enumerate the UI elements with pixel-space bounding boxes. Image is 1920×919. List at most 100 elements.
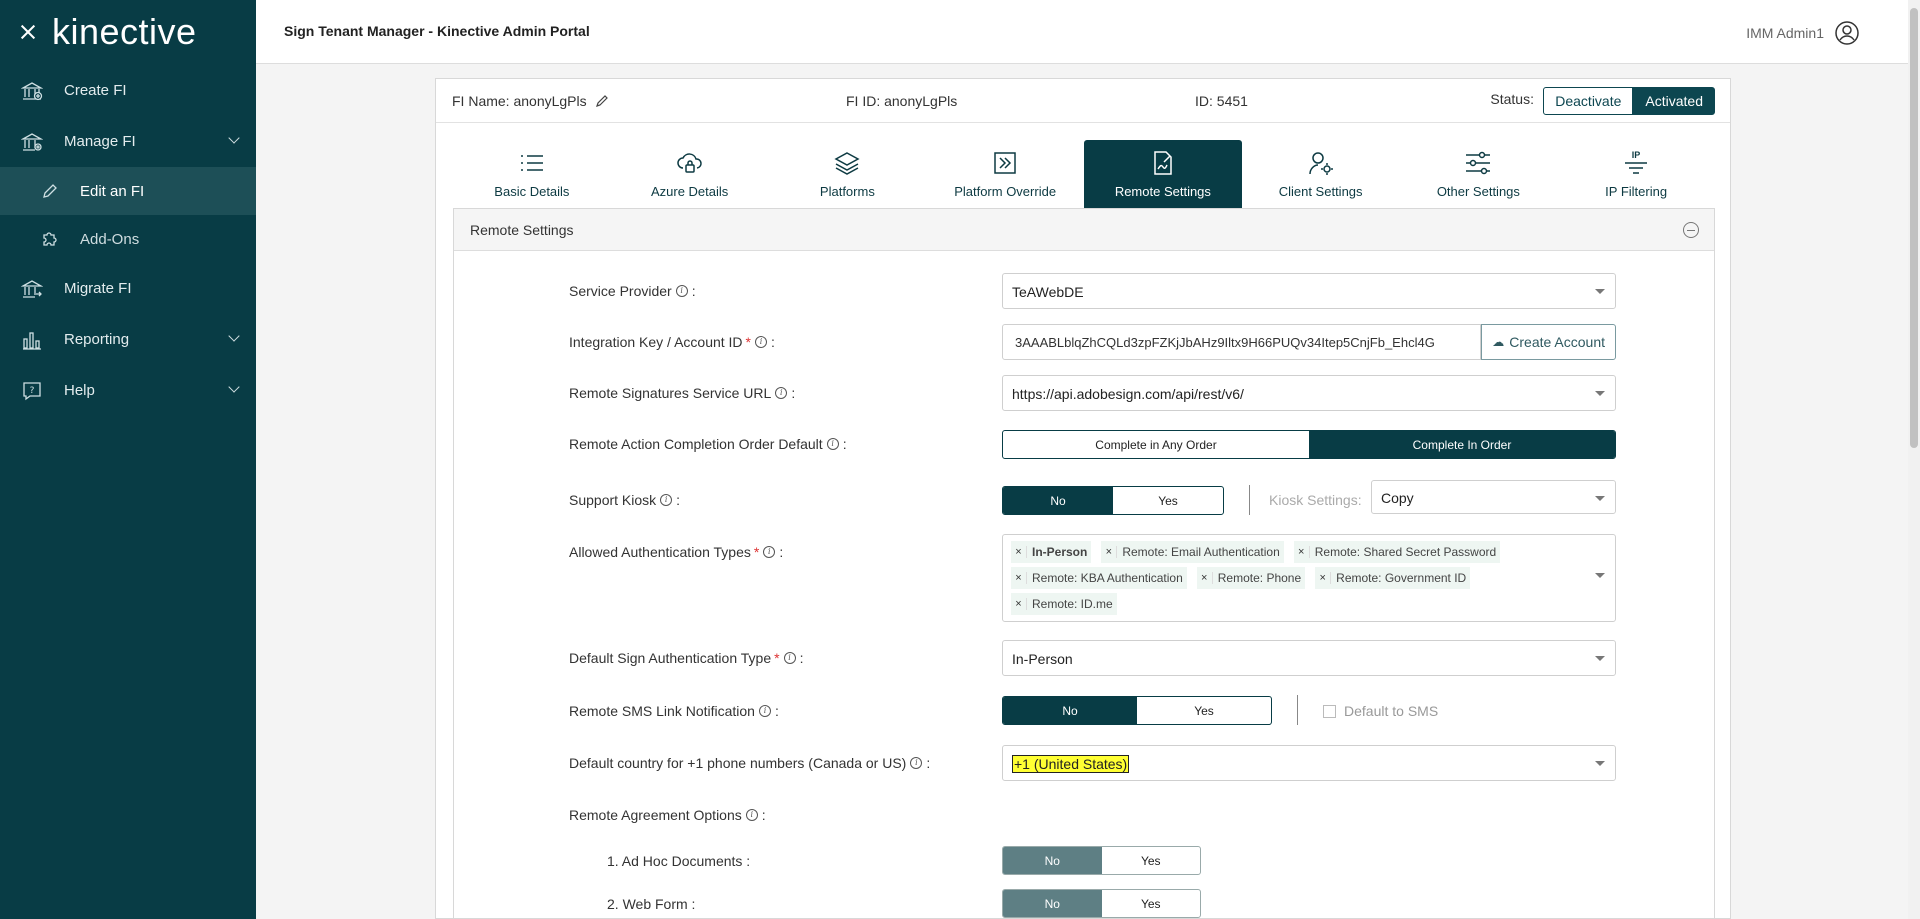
select-value: TeAWebDE	[1012, 284, 1084, 300]
label-text: Integration Key / Account ID	[569, 334, 743, 350]
tab-platform-override[interactable]: Platform Override	[926, 140, 1084, 208]
service-url-label: Remote Signatures Service URL i:	[569, 385, 796, 401]
tab-other-settings[interactable]: Other Settings	[1400, 140, 1558, 208]
tab-platforms[interactable]: Platforms	[769, 140, 927, 208]
ad-hoc-yes-option[interactable]: Yes	[1102, 847, 1201, 874]
integration-key-control: 3AAABLblqZhCQLd3zpFZKjJbAHz9Iltx9H66PUQv…	[1002, 324, 1616, 360]
sidebar-item-label: Create FI	[64, 82, 127, 99]
label-text: Default Sign Authentication Type	[569, 650, 772, 666]
select-value: In-Person	[1012, 651, 1073, 667]
default-auth-select[interactable]: In-Person	[1002, 640, 1616, 676]
sidebar-item-create-fi[interactable]: Create FI	[0, 65, 256, 116]
info-icon[interactable]: i	[763, 546, 776, 558]
kiosk-settings-select[interactable]: Copy	[1371, 480, 1616, 514]
checkbox-label: Default to SMS	[1344, 703, 1439, 719]
sidebar-item-edit-fi[interactable]: Edit an FI	[0, 167, 256, 215]
tag-label: Remote: ID.me	[1032, 597, 1113, 611]
tab-azure-details[interactable]: Azure Details	[611, 140, 769, 208]
chevron-down-icon	[228, 330, 240, 342]
default-country-label: Default country for +1 phone numbers (Ca…	[569, 755, 931, 771]
kiosk-yes-option[interactable]: Yes	[1113, 487, 1223, 514]
sidebar-item-label: Migrate FI	[64, 280, 132, 297]
user-gear-icon	[1307, 149, 1335, 177]
tab-ip-filtering[interactable]: IP IP Filtering	[1557, 140, 1715, 208]
service-url-select[interactable]: https://api.adobesign.com/api/rest/v6/	[1002, 375, 1616, 411]
label-text: Support Kiosk	[569, 492, 657, 508]
collapse-icon[interactable]	[1683, 222, 1699, 238]
scrollbar-thumb[interactable]	[1910, 8, 1918, 448]
auth-types-multiselect[interactable]: × In-Person × Remote: Email Authentication…	[1002, 534, 1616, 622]
info-icon[interactable]: i	[910, 757, 923, 769]
complete-any-order-option[interactable]: Complete in Any Order	[1003, 431, 1309, 458]
remove-tag-icon[interactable]: ×	[1294, 546, 1310, 558]
ad-hoc-no-option[interactable]: No	[1003, 847, 1102, 874]
sidebar-item-label: Manage FI	[64, 133, 136, 150]
layers-icon	[833, 149, 861, 177]
info-icon[interactable]: i	[775, 387, 788, 399]
tab-remote-settings[interactable]: Remote Settings	[1084, 140, 1242, 208]
info-icon[interactable]: i	[758, 705, 771, 717]
agreement-options-label: Remote Agreement Options i:	[569, 807, 766, 823]
sidebar-item-manage-fi[interactable]: Manage FI	[0, 116, 256, 167]
activated-button[interactable]: Activated	[1633, 87, 1715, 115]
sidebar-item-add-ons[interactable]: Add-Ons	[0, 215, 256, 263]
label-text: Default country for +1 phone numbers (Ca…	[569, 755, 907, 771]
sidebar-item-migrate-fi[interactable]: Migrate FI	[0, 263, 256, 314]
info-icon[interactable]: i	[675, 285, 688, 297]
remove-tag-icon[interactable]: ×	[1011, 546, 1027, 558]
fi-card: FI Name: anonyLgPls FI ID: anonyLgPls ID…	[435, 78, 1731, 919]
sidebar-header: kinective	[0, 0, 256, 64]
remove-tag-icon[interactable]: ×	[1011, 572, 1027, 584]
edit-pencil-icon[interactable]	[595, 94, 609, 111]
svg-text:?: ?	[30, 386, 35, 396]
complete-in-order-option[interactable]: Complete In Order	[1309, 431, 1615, 458]
sidebar-item-label: Edit an FI	[80, 182, 145, 200]
page-scrollbar[interactable]	[1908, 0, 1920, 919]
cloud-lock-icon	[676, 149, 704, 177]
sidebar-item-label: Help	[64, 382, 95, 399]
web-form-no-option[interactable]: No	[1003, 890, 1102, 917]
remove-tag-icon[interactable]: ×	[1197, 572, 1213, 584]
create-account-button[interactable]: ☁ Create Account	[1481, 324, 1616, 360]
tab-label: Remote Settings	[1114, 184, 1211, 199]
remove-tag-icon[interactable]: ×	[1101, 546, 1118, 558]
auth-tag: × Remote: Shared Secret Password	[1293, 541, 1501, 563]
default-sms-checkbox[interactable]	[1323, 704, 1336, 718]
divider	[1297, 695, 1298, 725]
default-sms-checkbox-row[interactable]: Default to SMS	[1323, 703, 1438, 719]
remove-tag-icon[interactable]: ×	[1011, 598, 1027, 610]
remote-sign-icon	[1149, 149, 1177, 177]
info-icon[interactable]: i	[745, 809, 758, 821]
service-provider-select[interactable]: TeAWebDE	[1002, 273, 1616, 309]
auth-tag: × In-Person	[1011, 541, 1092, 563]
fi-name-text: FI Name: anonyLgPls	[452, 93, 587, 109]
info-icon[interactable]: i	[826, 438, 839, 450]
dropdown-caret-icon	[1595, 656, 1605, 661]
sms-no-option[interactable]: No	[1003, 697, 1137, 724]
sms-yes-option[interactable]: Yes	[1137, 697, 1271, 724]
default-country-select[interactable]: +1 (United States)	[1002, 745, 1616, 781]
kiosk-no-option[interactable]: No	[1003, 487, 1113, 514]
info-icon[interactable]: i	[660, 494, 673, 506]
tab-client-settings[interactable]: Client Settings	[1242, 140, 1400, 208]
bar-chart-icon	[20, 328, 44, 352]
remove-tag-icon[interactable]: ×	[1315, 572, 1332, 584]
user-menu[interactable]: IMM Admin1	[1746, 20, 1860, 46]
ad-hoc-label: 1. Ad Hoc Documents :	[607, 853, 751, 869]
tab-basic-details[interactable]: Basic Details	[453, 140, 611, 208]
auth-tag: × Remote: Phone	[1196, 567, 1306, 589]
close-icon[interactable]	[18, 22, 38, 42]
info-icon[interactable]: i	[783, 652, 796, 664]
tab-label: Client Settings	[1278, 184, 1363, 199]
info-icon[interactable]: i	[755, 336, 767, 348]
sidebar-item-help[interactable]: ? Help	[0, 365, 256, 416]
section-header: Remote Settings	[454, 209, 1714, 251]
support-kiosk-toggle: No Yes	[1002, 486, 1224, 515]
status-label: Status:	[1490, 91, 1534, 107]
bank-icon	[20, 79, 44, 103]
web-form-yes-option[interactable]: Yes	[1102, 890, 1201, 917]
sidebar-item-reporting[interactable]: Reporting	[0, 314, 256, 365]
integration-key-input[interactable]: 3AAABLblqZhCQLd3zpFZKjJbAHz9Iltx9H66PUQv…	[1002, 324, 1482, 360]
deactivate-button[interactable]: Deactivate	[1543, 87, 1634, 115]
puzzle-icon	[38, 227, 62, 251]
